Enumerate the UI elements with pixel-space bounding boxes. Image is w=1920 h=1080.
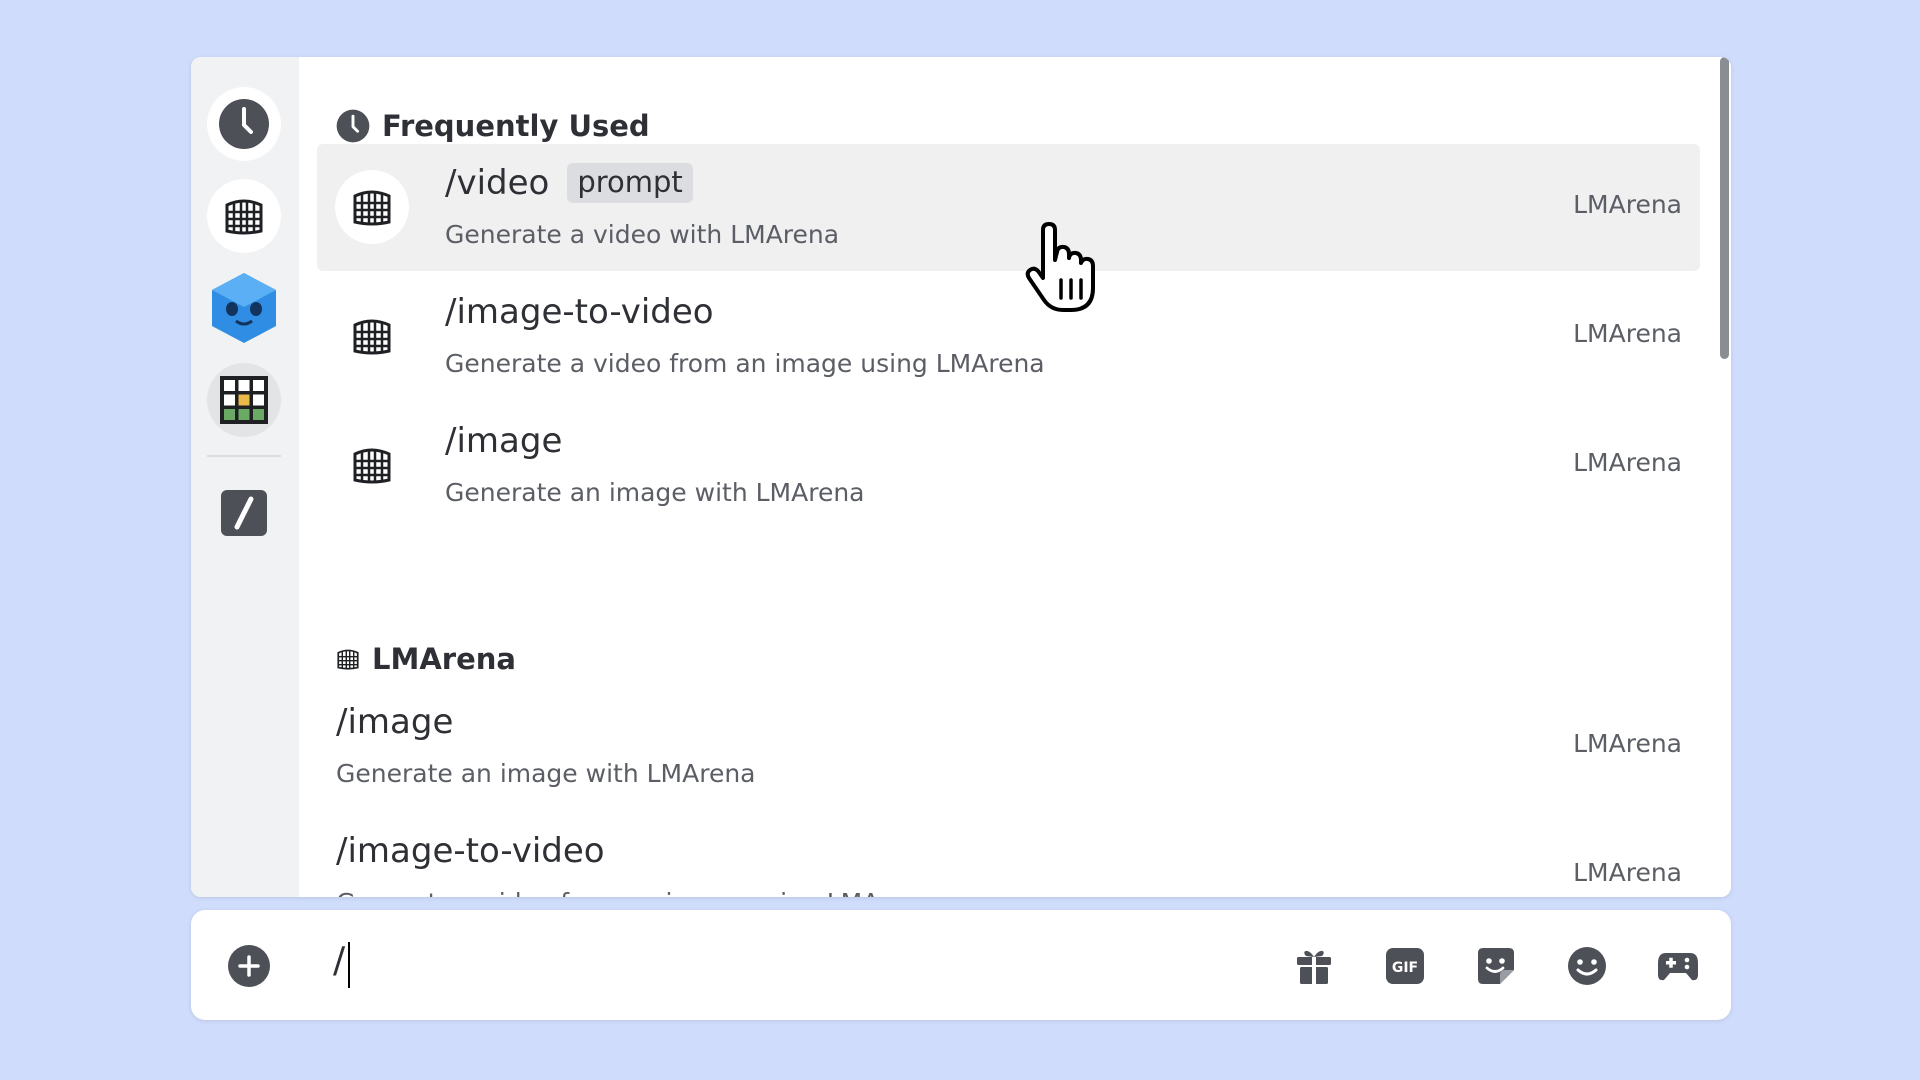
command-source: LMArena: [1573, 729, 1682, 758]
sticker-button[interactable]: [1473, 943, 1519, 989]
lmarena-app-icon: [353, 448, 391, 484]
command-description: Generate a video from an image using LMA…: [336, 888, 936, 897]
app-rail: [191, 57, 299, 897]
rail-grid-app-button[interactable]: [207, 363, 281, 437]
gift-icon: [1297, 950, 1331, 984]
grid-app-icon: [220, 376, 268, 424]
gift-button[interactable]: [1291, 943, 1337, 989]
hand-cursor-icon: [1025, 222, 1095, 312]
rail-built-in-commands-button[interactable]: [207, 476, 281, 550]
command-picker-panel: Frequently Used /video prompt Generate a…: [191, 57, 1731, 897]
command-app-avatar: [335, 170, 409, 244]
command-description: Generate an image with LMArena: [336, 759, 756, 788]
rail-blue-bot-button[interactable]: [207, 271, 281, 345]
gif-button[interactable]: GIF: [1382, 943, 1428, 989]
lmarena-app-icon: [353, 190, 391, 226]
command-app-avatar: [335, 428, 409, 502]
command-name: /image-to-video: [336, 831, 605, 871]
command-row-image-to-video[interactable]: /image-to-video Generate a video from an…: [317, 812, 1700, 897]
lmarena-app-icon: [353, 319, 391, 355]
add-attachment-button[interactable]: [228, 945, 270, 987]
option-tag-prompt: prompt: [567, 163, 693, 203]
command-app-avatar: [335, 299, 409, 373]
message-input[interactable]: /: [333, 940, 345, 981]
text-caret: [348, 942, 350, 988]
command-list: Frequently Used /video prompt Generate a…: [299, 57, 1719, 897]
emoji-icon: [1568, 947, 1606, 985]
command-description: Generate a video with LMArena: [445, 220, 840, 249]
section-title: Frequently Used: [382, 109, 650, 143]
sticker-icon: [1478, 948, 1514, 984]
list-scrollbar[interactable]: [1720, 57, 1729, 359]
command-description: Generate a video from an image using LMA…: [445, 349, 1045, 378]
lmarena-app-icon: [225, 199, 263, 235]
command-name: /image-to-video: [445, 292, 714, 332]
blue-bot-app-icon: [212, 273, 276, 343]
command-source: LMArena: [1573, 319, 1682, 348]
gif-icon: GIF: [1386, 948, 1424, 984]
rail-lmarena-button[interactable]: [207, 179, 281, 253]
clock-icon: [336, 109, 370, 143]
emoji-button[interactable]: [1564, 943, 1610, 989]
command-description: Generate an image with LMArena: [445, 478, 865, 507]
command-row-image[interactable]: /image Generate an image with LMArena LM…: [317, 683, 1700, 810]
command-name-text: /video: [445, 163, 550, 203]
rail-frequently-used-button[interactable]: [207, 87, 281, 161]
section-header-frequently-used: Frequently Used: [336, 106, 650, 146]
command-name: /image: [445, 421, 563, 461]
clock-icon: [219, 99, 269, 149]
command-row-image-to-video[interactable]: /image-to-video Generate a video from an…: [317, 273, 1700, 400]
command-source: LMArena: [1573, 448, 1682, 477]
activities-button[interactable]: [1655, 943, 1701, 989]
command-name: /video prompt: [445, 163, 693, 203]
command-row-video[interactable]: /video prompt Generate a video with LMAr…: [317, 144, 1700, 271]
lmarena-app-icon: [337, 649, 359, 670]
command-name: /image: [336, 702, 454, 742]
command-source: LMArena: [1573, 190, 1682, 219]
command-row-image[interactable]: /image Generate an image with LMArena LM…: [317, 402, 1700, 529]
gif-label: GIF: [1392, 960, 1418, 976]
plus-icon: [238, 955, 260, 977]
rail-divider: [207, 455, 281, 457]
game-controller-icon: [1658, 953, 1698, 981]
section-title: LMArena: [372, 642, 516, 676]
message-input-bar: / GIF: [191, 910, 1731, 1020]
section-header-lmarena: LMArena: [336, 639, 516, 679]
slash-command-icon: [221, 490, 267, 536]
command-source: LMArena: [1573, 858, 1682, 887]
